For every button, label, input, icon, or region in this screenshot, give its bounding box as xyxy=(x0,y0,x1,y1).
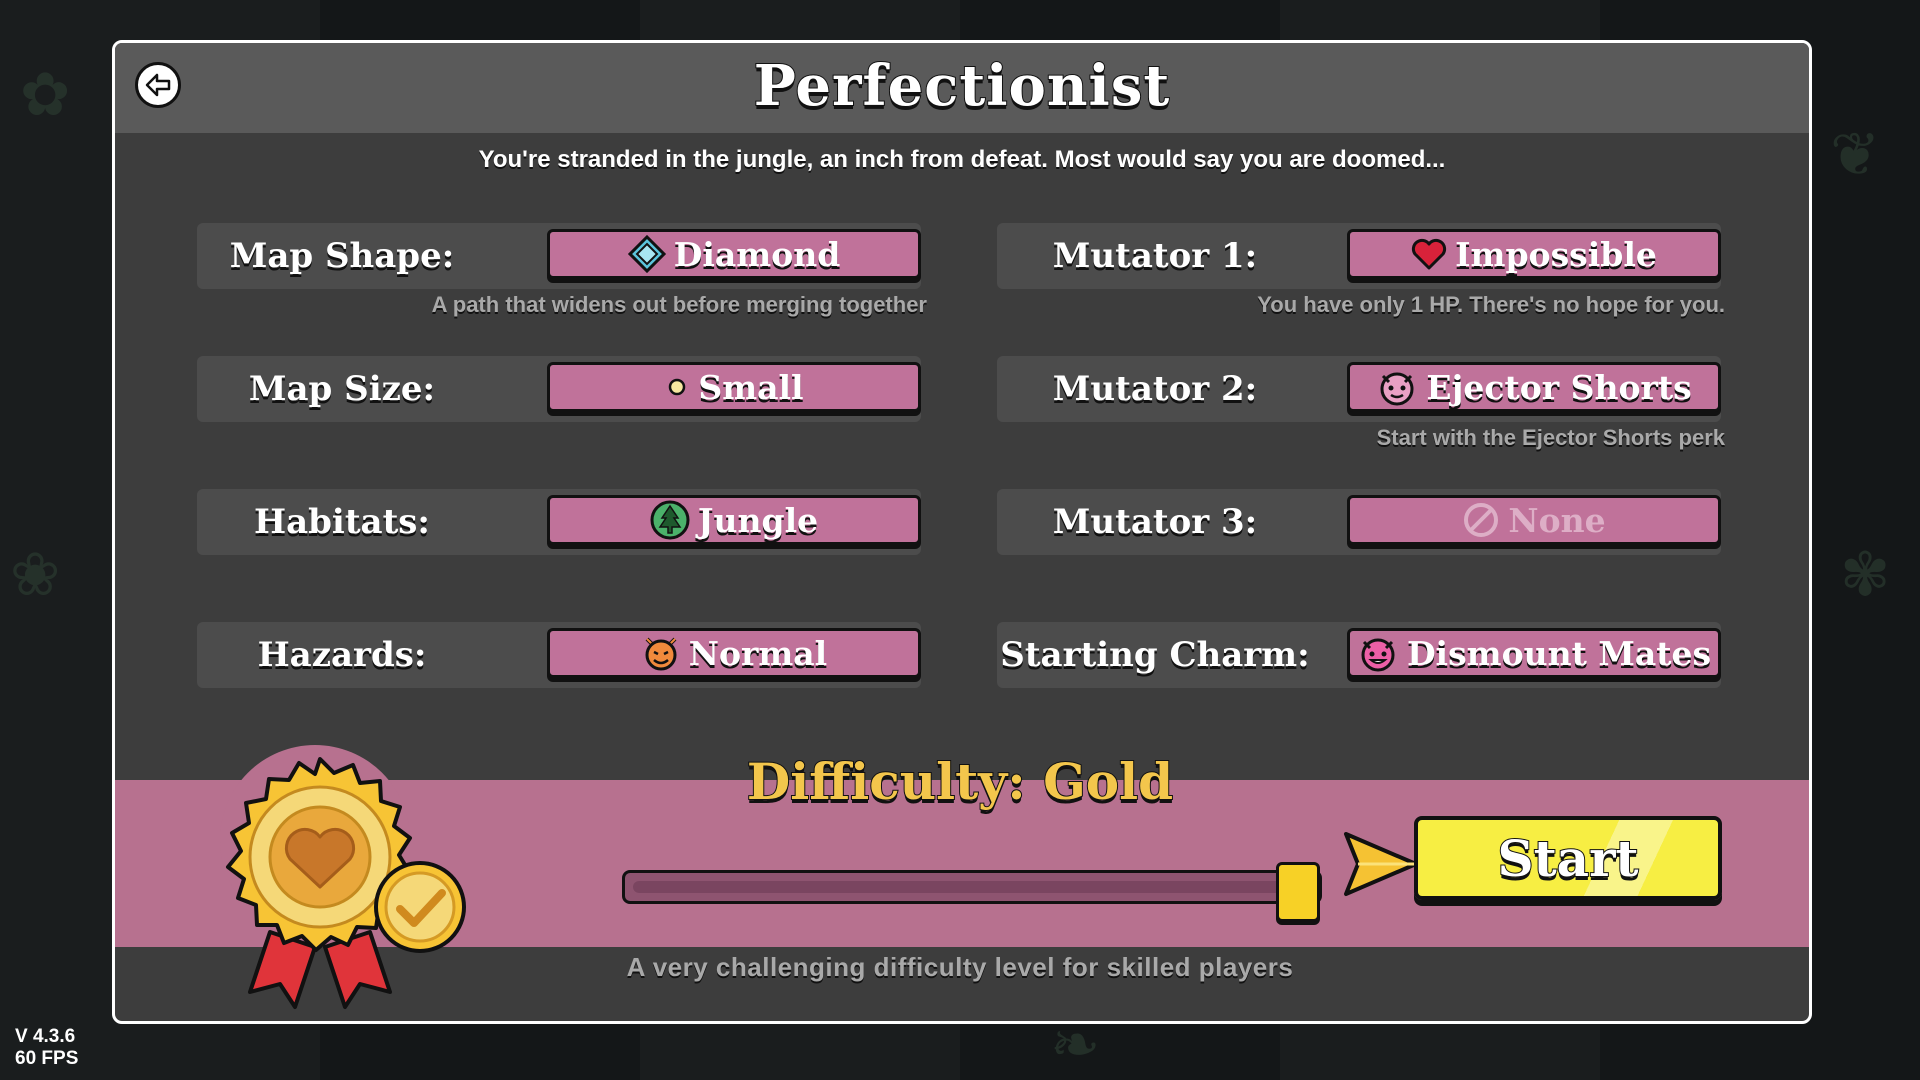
none-icon xyxy=(1462,501,1500,539)
option-label: Hazards: xyxy=(257,635,427,675)
option-row-mutator-1: Mutator 1: Impossible xyxy=(997,223,1721,289)
option-value: Ejector Shorts xyxy=(1426,367,1692,407)
dot-icon xyxy=(664,374,690,400)
hazards-button[interactable]: Normal xyxy=(547,628,921,678)
background-flower-icon: ❀ xyxy=(10,540,61,610)
map-size-button[interactable]: Small xyxy=(547,362,921,412)
fps-label: 60 FPS xyxy=(15,1048,79,1069)
option-label: Mutator 2: xyxy=(1052,369,1258,409)
option-row-mutator-3: Mutator 3: None xyxy=(997,489,1721,555)
mutator-3-button[interactable]: None xyxy=(1347,495,1721,545)
option-value: Diamond xyxy=(673,234,841,274)
option-row-map-shape: Map Shape: Diamond xyxy=(197,223,921,289)
ejector-shorts-icon xyxy=(1376,368,1418,406)
option-row-starting-charm: Starting Charm: Dismount Mates xyxy=(997,622,1721,688)
heart-icon xyxy=(1411,237,1447,271)
option-description: Start with the Ejector Shorts perk xyxy=(1376,425,1725,450)
devil-face-icon xyxy=(641,633,681,673)
start-label: Start xyxy=(1496,828,1639,889)
option-description: A path that widens out before merging to… xyxy=(431,292,927,317)
option-value: Jungle xyxy=(697,500,819,540)
option-label: Map Size: xyxy=(248,369,436,409)
background-creature-icon: ✿ xyxy=(20,60,71,130)
charm-face-icon xyxy=(1357,633,1399,673)
option-label: Starting Charm: xyxy=(1000,635,1310,675)
starting-charm-button[interactable]: Dismount Mates xyxy=(1347,628,1721,678)
option-label: Habitats: xyxy=(254,502,430,542)
page-title: Perfectionist xyxy=(753,52,1171,120)
mutator-2-button[interactable]: Ejector Shorts xyxy=(1347,362,1721,412)
option-value: Small xyxy=(698,367,804,407)
map-shape-button[interactable]: Diamond xyxy=(547,229,921,279)
option-value: Impossible xyxy=(1455,234,1657,274)
difficulty-description: A very challenging difficulty level for … xyxy=(626,952,1294,982)
slider-fill xyxy=(633,881,1311,893)
option-label: Mutator 1: xyxy=(1052,236,1258,276)
page-subtitle: You're stranded in the jungle, an inch f… xyxy=(478,146,1446,173)
pointer-arrow-icon xyxy=(1344,832,1418,896)
option-row-habitats: Habitats: Jungle xyxy=(197,489,921,555)
diamond-icon xyxy=(627,235,666,273)
difficulty-slider[interactable] xyxy=(622,870,1322,904)
option-value: None xyxy=(1508,500,1606,540)
habitats-button[interactable]: Jungle xyxy=(547,495,921,545)
mutator-1-button[interactable]: Impossible xyxy=(1347,229,1721,279)
option-label: Mutator 3: xyxy=(1052,502,1258,542)
option-label: Map Shape: xyxy=(229,236,455,276)
option-description: You have only 1 HP. There's no hope for … xyxy=(1257,292,1725,317)
pine-tree-icon xyxy=(650,500,690,540)
version-info: V 4.3.6 60 FPS xyxy=(15,1026,78,1070)
difficulty-slider-thumb[interactable] xyxy=(1276,862,1320,922)
option-value: Normal xyxy=(688,633,828,673)
option-value: Dismount Mates xyxy=(1406,633,1712,673)
version-label: V 4.3.6 xyxy=(15,1026,76,1047)
option-row-mutator-2: Mutator 2: Ejector Shorts xyxy=(997,356,1721,422)
option-row-map-size: Map Size: Small xyxy=(197,356,921,422)
difficulty-title: Difficulty: Gold xyxy=(746,751,1174,812)
start-button[interactable]: Start xyxy=(1414,816,1722,900)
background-leaf-icon: ❦ xyxy=(1830,120,1881,190)
background-plant-icon: ✾ xyxy=(1840,540,1891,610)
option-row-hazards: Hazards: Normal xyxy=(197,622,921,688)
